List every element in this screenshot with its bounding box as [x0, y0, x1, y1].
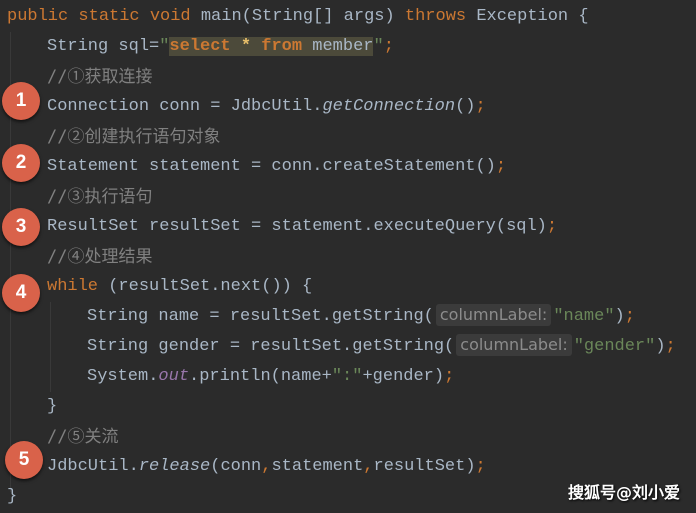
keyword: public static void: [7, 7, 201, 26]
code-text: main(String[] args): [200, 7, 405, 26]
code-text: Statement statement = conn.createStateme…: [47, 157, 496, 176]
sql-identifier: member: [302, 37, 374, 56]
code-text: resultSet): [373, 457, 476, 476]
semicolon: ;: [665, 337, 676, 356]
code-text: (): [455, 97, 476, 116]
code-line-1[interactable]: public static void main(String[] args) t…: [7, 2, 589, 32]
sql-star: *: [240, 37, 252, 56]
step-badge-2: 2: [2, 144, 40, 182]
semicolon: ;: [495, 157, 507, 176]
string-literal: ":": [331, 367, 363, 386]
code-line-6[interactable]: Statement statement = conn.createStateme…: [47, 152, 506, 182]
indent-guide: [50, 302, 51, 392]
sql-injection-highlight: select * from member: [169, 37, 374, 56]
step-badge-3: 3: [2, 208, 40, 246]
static-field: out: [158, 367, 190, 386]
code-text: String gender = resultSet.getString(: [87, 337, 455, 356]
code-text: ): [614, 307, 625, 326]
sql-keyword: select: [169, 37, 231, 56]
code-text: statement: [271, 457, 364, 476]
step-badge-5: 5: [5, 441, 43, 479]
code-text: (conn: [210, 457, 262, 476]
code-line-13[interactable]: System.out.println(name+":"+gender);: [87, 362, 454, 392]
comment-line: //③执行语句: [47, 187, 153, 207]
semicolon: ;: [475, 457, 486, 476]
keyword: while: [47, 277, 99, 296]
comma: ,: [261, 457, 272, 476]
code-text: (resultSet.next()) {: [98, 277, 313, 296]
parameter-hint: columnLabel:: [456, 334, 572, 356]
comment-line: //⑤关流: [47, 427, 119, 447]
comma: ,: [363, 457, 374, 476]
code-editor[interactable]: public static void main(String[] args) t…: [0, 0, 696, 513]
code-text: String name = resultSet.getString(: [87, 307, 434, 326]
semicolon: ;: [546, 217, 558, 236]
string-literal: "name": [553, 307, 615, 326]
code-line-14[interactable]: }: [47, 392, 57, 422]
code-line-11[interactable]: String name = resultSet.getString(column…: [87, 302, 635, 332]
code-text: ResultSet resultSet = statement.executeQ…: [47, 217, 547, 236]
semicolon: ;: [383, 37, 394, 56]
code-text: System.: [87, 367, 159, 386]
step-badge-4: 4: [2, 274, 40, 312]
semicolon: ;: [475, 97, 486, 116]
step-badge-1: 1: [2, 82, 40, 120]
parameter-hint: columnLabel:: [435, 304, 552, 326]
code-line-10[interactable]: while (resultSet.next()) {: [47, 272, 312, 302]
static-method: release: [138, 457, 211, 476]
code-line-8[interactable]: ResultSet resultSet = statement.executeQ…: [47, 212, 557, 242]
comment-line: //①获取连接: [47, 67, 153, 87]
code-line-17[interactable]: }: [7, 482, 17, 512]
semicolon: ;: [624, 307, 635, 326]
code-line-2[interactable]: String sql="select * from member";: [47, 32, 394, 62]
semicolon: ;: [444, 367, 455, 386]
code-text: ): [655, 337, 666, 356]
watermark: 搜狐号@刘小爱: [567, 483, 680, 502]
code-line-12[interactable]: String gender = resultSet.getString(colu…: [87, 332, 676, 362]
code-text: Exception {: [476, 7, 589, 26]
code-text: +gender): [362, 367, 445, 386]
string-quote: ": [373, 37, 384, 56]
code-text: Connection conn = JdbcUtil.: [47, 97, 323, 116]
string-quote: ": [159, 37, 170, 56]
sql-keyword: from: [261, 37, 303, 56]
comment-line: //④处理结果: [47, 247, 153, 267]
keyword: throws: [404, 7, 477, 26]
static-method: getConnection: [322, 97, 456, 116]
code-text: .println(name+: [189, 367, 332, 386]
code-line-16[interactable]: JdbcUtil.release(conn,statement,resultSe…: [47, 452, 486, 482]
code-line-4[interactable]: Connection conn = JdbcUtil.getConnection…: [47, 92, 486, 122]
code-text: String sql=: [47, 37, 160, 56]
comment-line: //②创建执行语句对象: [47, 127, 221, 147]
string-literal: "gender": [573, 337, 656, 356]
code-text: JdbcUtil.: [47, 457, 139, 476]
